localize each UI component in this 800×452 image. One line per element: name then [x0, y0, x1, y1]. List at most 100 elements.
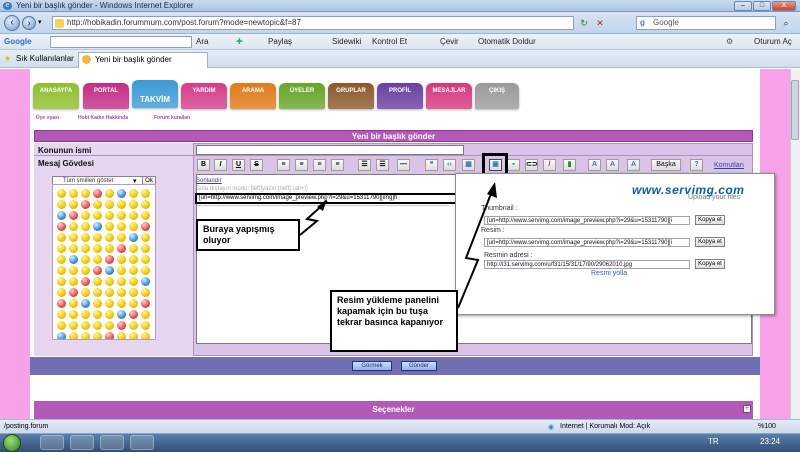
upload-image-link[interactable]: Resmi yolla	[591, 270, 627, 277]
smiley-icon[interactable]	[57, 233, 66, 242]
smiley-icon[interactable]	[93, 277, 102, 286]
smiley-icon[interactable]	[117, 321, 126, 330]
video-icon[interactable]: ▮	[563, 159, 576, 171]
smiley-icon[interactable]	[105, 200, 114, 209]
wrench-icon[interactable]: ⚙	[726, 37, 733, 46]
font-color-icon[interactable]: A	[606, 159, 619, 171]
align-justify-icon[interactable]: ≡	[331, 159, 344, 171]
smiley-icon[interactable]	[117, 200, 126, 209]
list-icon[interactable]: ☰	[358, 159, 371, 171]
bold-button[interactable]: B	[197, 159, 210, 171]
smiley-icon[interactable]	[93, 321, 102, 330]
nav-tab-portal[interactable]: PORTAL	[83, 83, 129, 109]
smiley-icon[interactable]	[117, 299, 126, 308]
copy-image-button[interactable]: Kopya et	[695, 237, 725, 247]
table-icon[interactable]: ▦	[462, 159, 475, 171]
smiley-icon[interactable]	[93, 189, 102, 198]
smiley-icon[interactable]	[141, 244, 150, 253]
options-heading[interactable]: Seçenekler	[34, 401, 753, 419]
help-icon[interactable]: ?	[690, 159, 703, 171]
back-icon[interactable]: ‹	[4, 15, 20, 31]
smiley-icon[interactable]	[105, 288, 114, 297]
send-button[interactable]: Gönder	[401, 361, 437, 371]
smiley-icon[interactable]	[93, 288, 102, 297]
spellcheck-button[interactable]: Kontrol Et	[372, 37, 407, 46]
star-icon[interactable]: ★	[4, 54, 11, 63]
smiley-icon[interactable]	[93, 233, 102, 242]
smiley-icon[interactable]	[93, 211, 102, 220]
smiley-icon[interactable]	[69, 332, 78, 339]
smiley-icon[interactable]	[117, 211, 126, 220]
smiley-icon[interactable]	[117, 310, 126, 319]
font-size-icon[interactable]: A	[588, 159, 601, 171]
smiley-icon[interactable]	[129, 277, 138, 286]
smiley-icon[interactable]	[141, 255, 150, 264]
smiley-icon[interactable]	[105, 277, 114, 286]
smiley-icon[interactable]	[105, 189, 114, 198]
smiley-icon[interactable]	[81, 255, 90, 264]
underline-button[interactable]: U	[232, 159, 245, 171]
smiley-icon[interactable]	[141, 266, 150, 275]
url-field[interactable]: http://hobikadin.forummum.com/post.forum…	[52, 16, 574, 30]
numbered-list-icon[interactable]: ☰	[376, 159, 389, 171]
smiley-icon[interactable]	[93, 255, 102, 264]
smiley-icon[interactable]	[129, 321, 138, 330]
smiley-icon[interactable]	[81, 211, 90, 220]
smiley-icon[interactable]	[81, 332, 90, 339]
stop-icon[interactable]: ✕	[594, 17, 606, 29]
favorites-button[interactable]: Sık Kullanılanlar	[16, 54, 74, 63]
smiley-icon[interactable]	[57, 332, 66, 339]
smiley-icon[interactable]	[57, 255, 66, 264]
nav-tab-logout[interactable]: ÇIKIŞ	[475, 83, 519, 109]
align-right-icon[interactable]: ≡	[313, 159, 326, 171]
smiley-icon[interactable]	[81, 222, 90, 231]
zoom-level[interactable]: %100	[758, 423, 776, 430]
clock[interactable]: 23:24	[760, 437, 780, 446]
taskbar-ie-icon[interactable]	[40, 435, 64, 450]
google-search-button[interactable]: Ara	[196, 37, 208, 46]
smiley-icon[interactable]	[69, 211, 78, 220]
smiley-icon[interactable]	[117, 288, 126, 297]
smiley-icon[interactable]	[117, 233, 126, 242]
smiley-icon[interactable]	[69, 299, 78, 308]
sub-link-rules[interactable]: Forum kuralları	[154, 115, 190, 121]
smiley-icon[interactable]	[69, 189, 78, 198]
smiley-icon[interactable]	[69, 277, 78, 286]
translate-button[interactable]: Çevir	[440, 37, 459, 46]
smiley-icon[interactable]	[117, 255, 126, 264]
copy-thumbnail-button[interactable]: Kopya et	[695, 215, 725, 225]
nav-tab-messages[interactable]: MESAJLAR	[426, 83, 472, 109]
smiley-icon[interactable]	[117, 189, 126, 198]
smiley-icon[interactable]	[81, 200, 90, 209]
nav-tab-home[interactable]: ANASAYFA	[33, 83, 79, 109]
more-button[interactable]: Başka	[651, 159, 681, 171]
smiley-icon[interactable]	[129, 244, 138, 253]
smiley-icon[interactable]	[81, 266, 90, 275]
smiley-icon[interactable]	[57, 266, 66, 275]
italic-button[interactable]: I	[214, 159, 227, 171]
smiley-icon[interactable]	[117, 244, 126, 253]
smiley-icon[interactable]	[93, 310, 102, 319]
smiley-icon[interactable]	[105, 222, 114, 231]
hr-icon[interactable]: —	[397, 159, 410, 171]
flash-icon[interactable]: /	[543, 159, 556, 171]
smiley-icon[interactable]	[69, 310, 78, 319]
smiley-icon[interactable]	[69, 200, 78, 209]
minimize-button[interactable]: –	[734, 1, 752, 11]
smiley-icon[interactable]	[129, 310, 138, 319]
google-search-input[interactable]	[50, 36, 192, 48]
thumbnail-field[interactable]: [url=http://www.servimg.com/image_previe…	[484, 216, 690, 225]
code-icon[interactable]: ‹›	[443, 159, 456, 171]
smiley-icon[interactable]	[141, 299, 150, 308]
smiley-icon[interactable]	[105, 211, 114, 220]
smiley-icon[interactable]	[57, 211, 66, 220]
smiley-icon[interactable]	[57, 288, 66, 297]
smiley-icon[interactable]	[129, 222, 138, 231]
copy-address-button[interactable]: Kopya et	[695, 259, 725, 269]
smiley-icon[interactable]	[57, 189, 66, 198]
smiley-icon[interactable]	[57, 277, 66, 286]
smiley-icon[interactable]	[93, 332, 102, 339]
maximize-button[interactable]: □	[753, 1, 771, 11]
nav-tab-search[interactable]: ARAMA	[230, 83, 276, 109]
smiley-icon[interactable]	[129, 266, 138, 275]
